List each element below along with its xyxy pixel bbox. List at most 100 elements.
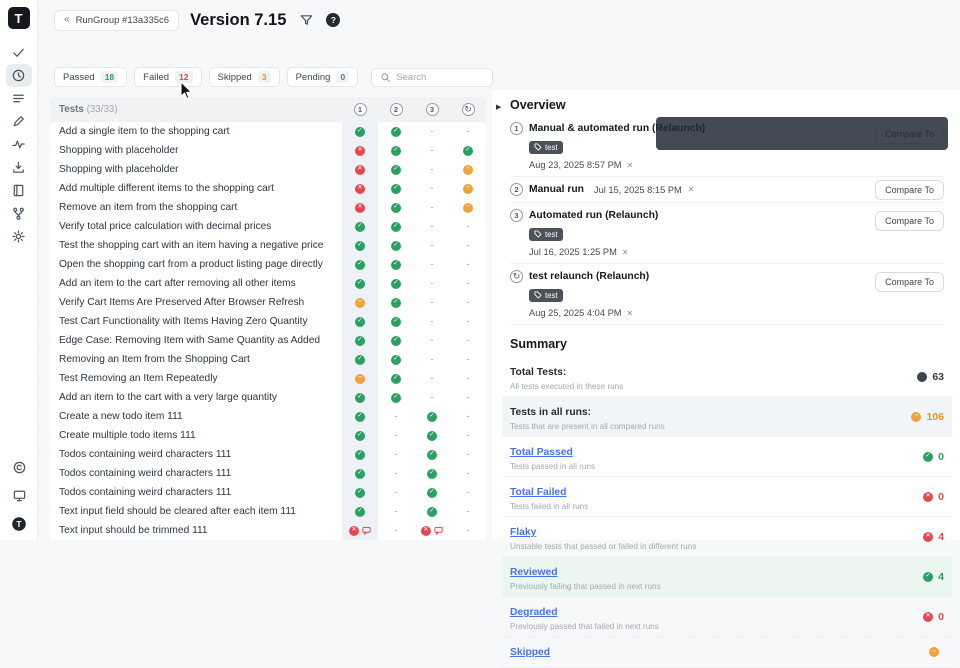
- status-skip-icon: −: [355, 374, 365, 384]
- table-row[interactable]: Test Cart Functionality with Items Havin…: [50, 312, 486, 331]
- summary-row: Skipped −: [502, 637, 952, 668]
- no-run-dash: -: [430, 145, 433, 156]
- table-row[interactable]: Create multiple todo items 111 ✓ - ✓ -: [50, 426, 486, 445]
- table-row[interactable]: Add an item to the cart with a very larg…: [50, 388, 486, 407]
- table-title: Tests (33/33): [59, 104, 342, 115]
- summary-row-title[interactable]: Reviewed: [510, 567, 558, 578]
- summary-row-title: Total Tests:: [510, 367, 566, 378]
- sidebar-item[interactable]: [6, 202, 32, 225]
- close-icon[interactable]: ✕: [688, 185, 695, 194]
- table-row[interactable]: Test the shopping cart with an item havi…: [50, 236, 486, 255]
- table-row[interactable]: Todos containing weird characters 111 ✓ …: [50, 483, 486, 502]
- search-box: [371, 68, 493, 87]
- sidebar-item[interactable]: [6, 41, 32, 64]
- filter-bar: Passed 18 Failed 12 Skipped 3 Pending 0: [54, 67, 493, 87]
- status-pass-icon: ✓: [391, 127, 401, 137]
- filter-funnel-icon[interactable]: [297, 11, 315, 29]
- summary-row-title: Tests in all runs:: [510, 407, 591, 418]
- table-row[interactable]: Add a single item to the shopping cart ✓…: [50, 122, 486, 141]
- summary-row-value: ✕ 0: [923, 611, 944, 623]
- collapse-panel-icon[interactable]: ▶: [496, 103, 501, 111]
- no-run-dash: -: [430, 335, 433, 346]
- sidebar-item[interactable]: [6, 133, 32, 156]
- status-pass-icon: ✓: [427, 431, 437, 441]
- table-row[interactable]: Removing an Item from the Shopping Cart …: [50, 350, 486, 369]
- sidebar-item[interactable]: [6, 456, 32, 479]
- sidebar-item[interactable]: [6, 87, 32, 110]
- filter-pill[interactable]: Pending 0: [287, 67, 359, 87]
- checklist-icon: [11, 91, 26, 106]
- sidebar-item[interactable]: [6, 110, 32, 133]
- compare-to-button[interactable]: Compare To: [875, 180, 944, 200]
- status-pass-icon: ✓: [427, 507, 437, 517]
- tag-badge: test: [529, 228, 563, 241]
- compare-to-button[interactable]: Compare To: [875, 211, 944, 231]
- no-run-dash: -: [466, 259, 469, 270]
- filter-pill[interactable]: Skipped 3: [209, 67, 280, 87]
- table-row[interactable]: Shopping with placeholder ✕ ✓ - ✓: [50, 141, 486, 160]
- test-name: Test the shopping cart with an item havi…: [59, 240, 342, 251]
- status-pass-icon: ✓: [355, 279, 365, 289]
- close-icon[interactable]: ✕: [627, 161, 634, 170]
- table-row[interactable]: Text input should be trimmed 111 ✕ - ✕ -: [50, 521, 486, 540]
- comment-flag-icon[interactable]: [434, 526, 443, 535]
- no-run-dash: -: [394, 487, 397, 498]
- svg-text:T: T: [16, 519, 22, 529]
- filter-pill[interactable]: Failed 12: [134, 67, 201, 87]
- test-name: Test Removing an Item Repeatedly: [59, 373, 342, 384]
- table-row[interactable]: Open the shopping cart from a product li…: [50, 255, 486, 274]
- tag-badge: test: [529, 289, 563, 302]
- summary-skip-icon: −: [929, 647, 939, 657]
- test-name: Test Cart Functionality with Items Havin…: [59, 316, 342, 327]
- summary-row-title[interactable]: Total Failed: [510, 487, 566, 498]
- run-1-icon: 1: [354, 103, 367, 116]
- table-row[interactable]: Add multiple different items to the shop…: [50, 179, 486, 198]
- status-pass-icon: ✓: [463, 146, 473, 156]
- table-row[interactable]: Text input field should be cleared after…: [50, 502, 486, 521]
- summary-row-subtitle: Previously passed that failed in next ru…: [510, 622, 659, 631]
- table-row[interactable]: Test Removing an Item Repeatedly − ✓ - -: [50, 369, 486, 388]
- no-run-dash: -: [466, 449, 469, 460]
- status-skip-icon: −: [463, 165, 473, 175]
- table-row[interactable]: Verify total price calculation with deci…: [50, 217, 486, 236]
- status-pass-icon: ✓: [391, 355, 401, 365]
- table-row[interactable]: Todos containing weird characters 111 ✓ …: [50, 445, 486, 464]
- sidebar-item[interactable]: [6, 225, 32, 248]
- app-logo[interactable]: T: [8, 7, 30, 29]
- back-to-rungroup-button[interactable]: « RunGroup #13a335c6: [54, 10, 179, 31]
- search-input[interactable]: [396, 72, 488, 83]
- comment-flag-icon[interactable]: [362, 526, 371, 535]
- sidebar-item[interactable]: [6, 64, 32, 87]
- status-fail-icon: ✕: [355, 165, 365, 175]
- table-row[interactable]: Shopping with placeholder ✕ ✓ - −: [50, 160, 486, 179]
- table-row[interactable]: Create a new todo item 111 ✓ - ✓ -: [50, 407, 486, 426]
- sidebar-item[interactable]: [6, 156, 32, 179]
- comparison-panel: ▶ Overview 1 Manual & automated run (Rel…: [492, 90, 960, 540]
- close-icon[interactable]: ✕: [622, 248, 629, 257]
- summary-row-title[interactable]: Flaky: [510, 527, 536, 538]
- summary-row-title[interactable]: Total Passed: [510, 447, 573, 458]
- filter-pill[interactable]: Passed 18: [54, 67, 127, 87]
- table-row[interactable]: Todos containing weird characters 111 ✓ …: [50, 464, 486, 483]
- sidebar-item[interactable]: [6, 179, 32, 202]
- close-icon[interactable]: ✕: [627, 309, 634, 318]
- copyright-icon: [12, 460, 27, 475]
- status-fail-icon: ✕: [355, 146, 365, 156]
- table-row[interactable]: Edge Case: Removing Item with Same Quant…: [50, 331, 486, 350]
- summary-row-subtitle: Previously failing that passed in next r…: [510, 582, 661, 591]
- test-name: Open the shopping cart from a product li…: [59, 259, 342, 270]
- sidebar-item[interactable]: [6, 484, 32, 507]
- help-button[interactable]: ?: [326, 13, 340, 27]
- run-number-icon: 1: [510, 122, 523, 135]
- table-row[interactable]: Verify Cart Items Are Preserved After Br…: [50, 293, 486, 312]
- summary-row: Degraded Previously passed that failed i…: [502, 597, 952, 637]
- status-pass-icon: ✓: [355, 488, 365, 498]
- summary-row-title[interactable]: Degraded: [510, 607, 558, 618]
- table-row[interactable]: Remove an item from the shopping cart ✕ …: [50, 198, 486, 217]
- table-row[interactable]: Add an item to the cart after removing a…: [50, 274, 486, 293]
- sidebar-item[interactable]: T: [6, 512, 32, 535]
- summary-row-title[interactable]: Skipped: [510, 647, 550, 658]
- status-pass-icon: ✓: [355, 260, 365, 270]
- import-icon: [11, 160, 26, 175]
- compare-to-button[interactable]: Compare To: [875, 272, 944, 292]
